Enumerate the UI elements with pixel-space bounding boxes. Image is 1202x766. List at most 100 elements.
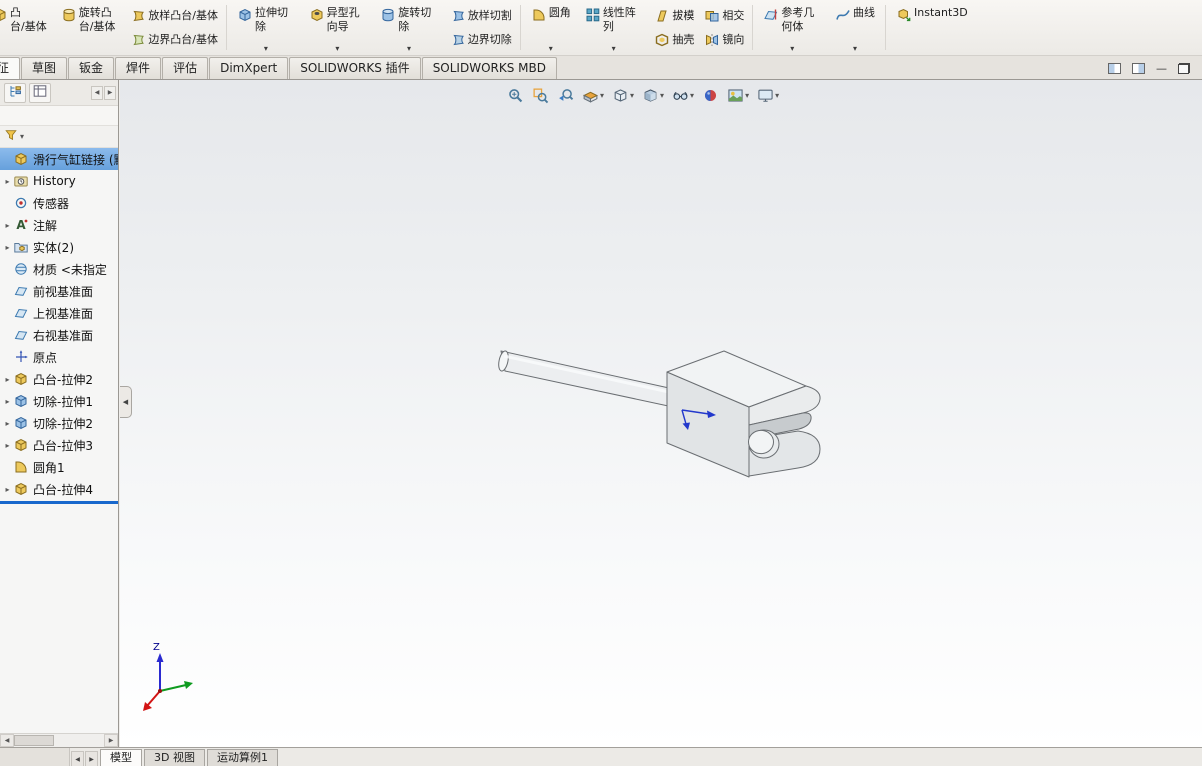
expand-arrow-icon[interactable]: ▸ bbox=[2, 485, 13, 494]
filter-funnel-icon[interactable] bbox=[4, 128, 18, 145]
featuremanager-tree-tab[interactable] bbox=[4, 82, 26, 103]
zoom-to-fit-button[interactable]: ▾ bbox=[504, 84, 527, 107]
hide-show-items-button[interactable]: ▾ bbox=[669, 84, 697, 107]
graphics-area[interactable]: Z ▾ ▾ ▾ ▾ ▾ ▾ ▾ ▾ ▾ ▾ bbox=[120, 80, 1202, 747]
ribbon-button[interactable]: 拔模 bbox=[654, 6, 694, 24]
viewport-canvas[interactable]: Z bbox=[120, 80, 1202, 747]
ribbon-button[interactable]: 相交 bbox=[704, 6, 744, 24]
tree-item[interactable]: ▸ 切除-拉伸2 bbox=[0, 412, 118, 434]
expand-arrow-icon[interactable]: ▸ bbox=[2, 243, 13, 252]
expand-arrow-icon[interactable]: ▸ bbox=[2, 397, 13, 406]
dropdown-arrow-icon[interactable]: ▾ bbox=[549, 45, 553, 53]
zoom-to-area-button[interactable]: ▾ bbox=[529, 84, 552, 107]
dropdown-arrow-icon[interactable]: ▾ bbox=[407, 45, 411, 53]
display-style-button[interactable]: ▾ bbox=[639, 84, 667, 107]
tree-item[interactable]: 右视基准面 bbox=[0, 324, 118, 346]
ribbon-button[interactable]: 放样切割 bbox=[450, 6, 512, 24]
dropdown-arrow-icon[interactable]: ▾ bbox=[630, 91, 634, 100]
tree-item[interactable]: 材质 <未指定 bbox=[0, 258, 118, 280]
expand-arrow-icon[interactable]: ▸ bbox=[2, 419, 13, 428]
tree-item[interactable]: ▸ 凸台-拉伸2 bbox=[0, 368, 118, 390]
tree-item[interactable]: ▸ A 注解 bbox=[0, 214, 118, 236]
panel-tab-scroll-left-button[interactable]: ◀ bbox=[91, 85, 103, 100]
ribbon-button[interactable]: Instant3D ▾ bbox=[889, 0, 975, 55]
dropdown-arrow-icon[interactable]: ▾ bbox=[745, 91, 749, 100]
tree-item[interactable]: 滑行气缸链接 (默 bbox=[0, 148, 118, 170]
ribbon-button[interactable]: 线性阵列 ▾ bbox=[578, 0, 650, 55]
dropdown-arrow-icon[interactable]: ▾ bbox=[790, 45, 794, 53]
tree-item[interactable]: ▸ 切除-拉伸1 bbox=[0, 390, 118, 412]
dropdown-arrow-icon[interactable]: ▾ bbox=[612, 45, 616, 53]
ribbon-button[interactable]: 凸台/基体 ▾ bbox=[0, 0, 54, 55]
previous-view-button[interactable]: ▾ bbox=[554, 84, 577, 107]
dropdown-arrow-icon[interactable]: ▾ bbox=[335, 45, 339, 53]
ribbon-button[interactable]: 边界凸台/基体 bbox=[130, 30, 218, 48]
dropdown-arrow-icon[interactable]: ▾ bbox=[690, 91, 694, 100]
tab-scroll-right-button[interactable]: ▶ bbox=[85, 751, 98, 766]
tree-item[interactable]: ▸ 实体(2) bbox=[0, 236, 118, 258]
expand-arrow-icon[interactable]: ▸ bbox=[2, 441, 13, 450]
command-tab[interactable]: 焊件 bbox=[115, 57, 162, 79]
part-rod[interactable] bbox=[497, 350, 674, 408]
tree-item[interactable]: 前视基准面 bbox=[0, 280, 118, 302]
command-tab[interactable]: 评估 bbox=[162, 57, 209, 79]
command-tab[interactable]: 钣金 bbox=[68, 57, 115, 79]
tree-item[interactable]: 圆角1 bbox=[0, 456, 118, 478]
dropdown-arrow-icon[interactable]: ▾ bbox=[775, 91, 779, 100]
expand-arrow-icon[interactable]: ▸ bbox=[2, 177, 13, 186]
view-settings-button[interactable]: ▾ bbox=[754, 84, 782, 107]
split-pane-right-icon[interactable] bbox=[1132, 63, 1145, 74]
command-tab[interactable]: SOLIDWORKS 插件 bbox=[289, 57, 421, 79]
tree-item[interactable]: ▸ 凸台-拉伸4 bbox=[0, 478, 118, 500]
split-pane-left-icon[interactable] bbox=[1108, 63, 1121, 74]
display-manager-tab[interactable] bbox=[29, 82, 51, 103]
filter-dropdown-arrow-icon[interactable]: ▾ bbox=[20, 132, 24, 141]
apply-scene-button[interactable]: ▾ bbox=[724, 84, 752, 107]
document-tab[interactable]: 模型 bbox=[100, 749, 142, 766]
ribbon-button[interactable]: 边界切除 bbox=[450, 30, 512, 48]
ribbon-button[interactable]: 参考几何体 ▾ bbox=[756, 0, 828, 55]
ribbon-button[interactable]: 抽壳 bbox=[654, 30, 694, 48]
part-model[interactable] bbox=[497, 350, 821, 478]
ribbon-button[interactable]: 曲线 ▾ bbox=[828, 0, 882, 55]
scroll-right-button[interactable]: ▶ bbox=[104, 734, 118, 747]
command-tab[interactable]: SOLIDWORKS MBD bbox=[421, 57, 557, 79]
command-tab[interactable]: DimXpert bbox=[209, 57, 289, 79]
minimize-button[interactable]: — bbox=[1156, 63, 1167, 74]
tree-item[interactable]: ▸ History bbox=[0, 170, 118, 192]
tree-item[interactable]: 上视基准面 bbox=[0, 302, 118, 324]
tree-item[interactable]: 传感器 bbox=[0, 192, 118, 214]
ribbon-button[interactable]: 圆角 ▾ bbox=[524, 0, 578, 55]
ribbon-button[interactable]: 镜向 bbox=[704, 30, 744, 48]
dropdown-arrow-icon[interactable]: ▾ bbox=[264, 45, 268, 53]
command-tab[interactable]: 特征 bbox=[0, 57, 21, 79]
command-tab[interactable]: 草图 bbox=[21, 57, 68, 79]
edit-appearance-button[interactable]: ▾ bbox=[699, 84, 722, 107]
tree-item[interactable]: 原点 bbox=[0, 346, 118, 368]
dropdown-arrow-icon[interactable]: ▾ bbox=[600, 91, 604, 100]
panel-horizontal-scrollbar[interactable]: ◀ ▶ bbox=[0, 733, 118, 747]
tree-item[interactable]: ▸ 凸台-拉伸3 bbox=[0, 434, 118, 456]
document-tab[interactable]: 运动算例1 bbox=[206, 749, 278, 766]
scroll-left-button[interactable]: ◀ bbox=[0, 734, 14, 747]
expand-arrow-icon[interactable]: ▸ bbox=[2, 375, 13, 384]
dropdown-arrow-icon[interactable]: ▾ bbox=[853, 45, 857, 53]
ribbon-button[interactable]: 旋转切除 ▾ bbox=[373, 0, 445, 55]
restore-button[interactable] bbox=[1178, 63, 1190, 74]
panel-collapse-handle[interactable]: ◀ bbox=[120, 386, 132, 418]
part-clevis[interactable] bbox=[666, 350, 821, 478]
expand-arrow-icon[interactable]: ▸ bbox=[2, 221, 13, 230]
dropdown-arrow-icon[interactable]: ▾ bbox=[660, 91, 664, 100]
document-tab[interactable]: 3D 视图 bbox=[144, 749, 205, 766]
heads-up-view-toolbar: ▾ ▾ ▾ ▾ ▾ ▾ ▾ ▾ ▾ ▾ bbox=[504, 84, 782, 107]
section-view-button[interactable]: ▾ bbox=[579, 84, 607, 107]
ribbon-button[interactable]: 旋转凸台/基体 ▾ bbox=[54, 0, 126, 55]
rollback-bar[interactable] bbox=[0, 501, 118, 504]
view-orientation-button[interactable]: ▾ bbox=[609, 84, 637, 107]
tab-scroll-left-button[interactable]: ◀ bbox=[71, 751, 84, 766]
ribbon-button[interactable]: 拉伸切除 ▾ bbox=[230, 0, 302, 55]
ribbon-button[interactable]: 放样凸台/基体 bbox=[130, 6, 218, 24]
ribbon-button[interactable]: 异型孔向导 ▾ bbox=[302, 0, 374, 55]
panel-tab-scroll-right-button[interactable]: ▶ bbox=[104, 85, 116, 100]
scrollbar-thumb[interactable] bbox=[14, 735, 54, 746]
